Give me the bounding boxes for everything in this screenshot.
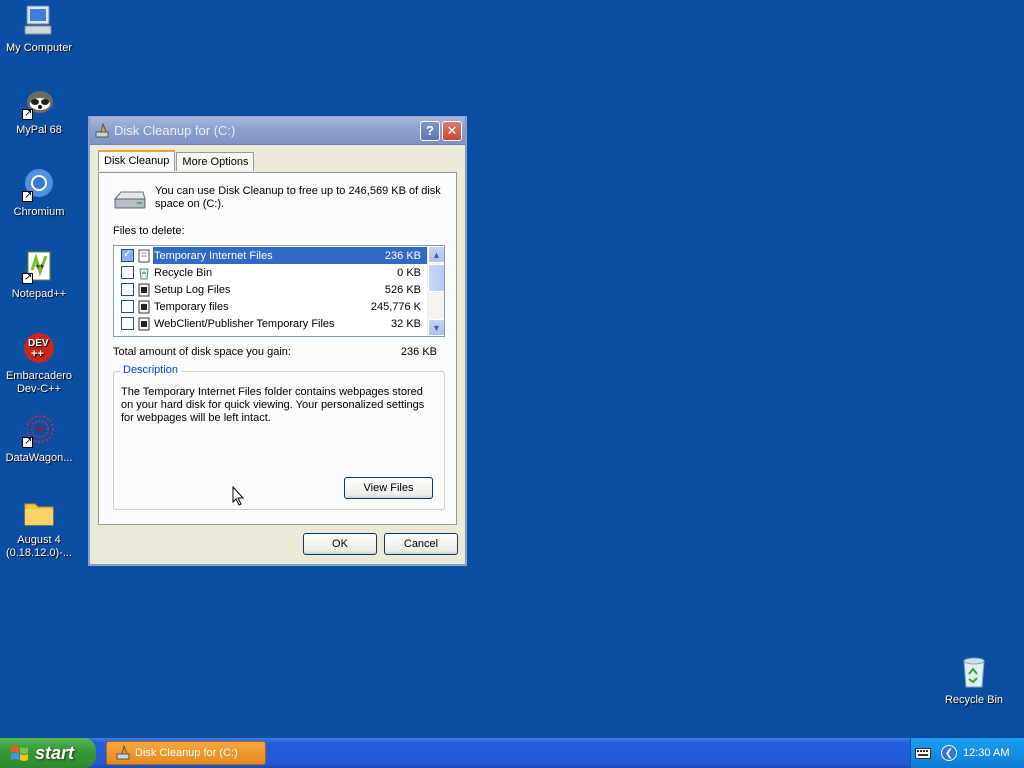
file-size: 245,776 K (370, 300, 421, 313)
desktop-icon-mypal[interactable]: MyPal 68 (0, 86, 78, 137)
scroll-down-button[interactable]: ▼ (428, 319, 444, 336)
file-checkbox[interactable] (121, 300, 134, 313)
document-icon (137, 249, 151, 263)
tab-strip: Disk Cleanup More Options (98, 150, 255, 171)
windows-logo-icon (10, 744, 30, 762)
taskbar-item-disk-cleanup[interactable]: Disk Cleanup for (C:) (106, 741, 266, 765)
desktop-icon-datawagon[interactable]: DataWagon... (0, 414, 78, 465)
files-to-delete-label: Files to delete: (113, 225, 185, 237)
file-size: 32 KB (391, 317, 421, 330)
file-icon (137, 300, 151, 314)
file-name: Recycle Bin (154, 266, 213, 279)
shortcut-arrow-icon (22, 271, 33, 284)
chromium-icon (22, 168, 56, 202)
files-listbox[interactable]: Temporary Internet Files 236 KB Recycle … (113, 245, 445, 337)
desktop-icon-label: Notepad++ (11, 288, 67, 300)
disk-cleanup-window: Disk Cleanup for (C:) ? ✕ Disk Cleanup M… (89, 117, 466, 565)
recycle-bin-icon (957, 656, 991, 690)
file-name: WebClient/Publisher Temporary Files (154, 317, 335, 330)
system-tray: ❮ 12:30 AM (910, 738, 1024, 768)
window-titlebar[interactable]: Disk Cleanup for (C:) ? ✕ (90, 117, 465, 145)
file-checkbox[interactable] (121, 317, 134, 330)
description-text: The Temporary Internet Files folder cont… (121, 386, 425, 424)
keyboard-icon[interactable] (915, 747, 931, 759)
desktop-icon-august-folder[interactable]: August 4 (0.18.12.0)-... (0, 496, 78, 560)
vertical-scrollbar[interactable]: ▲ ▼ (427, 246, 444, 336)
shortcut-arrow-icon (22, 189, 33, 202)
tab-more-options[interactable]: More Options (176, 152, 255, 171)
scroll-up-button[interactable]: ▲ (428, 246, 444, 263)
mouse-cursor-icon (232, 485, 245, 506)
list-item[interactable]: Temporary files 245,776 K (114, 298, 427, 315)
desktop-icon-label: Embarcadero Dev-C++ (5, 370, 73, 395)
total-gain-row: Total amount of disk space you gain: 236… (113, 346, 445, 358)
desktop-icon-chromium[interactable]: Chromium (0, 168, 78, 219)
recycle-bin-icon (137, 266, 151, 280)
file-checkbox[interactable] (121, 283, 134, 296)
file-icon (137, 283, 151, 297)
shortcut-arrow-icon (22, 435, 33, 448)
file-checkbox[interactable] (121, 266, 134, 279)
desktop-icon-label: Recycle Bin (944, 694, 1004, 706)
desktop-icon-notepad-plus-plus[interactable]: ++ Notepad++ (0, 250, 78, 301)
file-checkbox[interactable] (121, 247, 134, 262)
desktop-icon-my-computer[interactable]: My Computer (0, 4, 78, 55)
mypal-icon (22, 86, 56, 120)
cancel-button[interactable]: Cancel (384, 533, 458, 555)
list-item[interactable]: Recycle Bin 0 KB (114, 264, 427, 281)
desktop-icon-label: Chromium (13, 206, 65, 218)
file-name: Temporary files (154, 300, 229, 313)
list-item[interactable]: Temporary Internet Files 236 KB (114, 247, 427, 264)
help-button[interactable]: ? (420, 120, 440, 141)
tab-disk-cleanup[interactable]: Disk Cleanup (98, 150, 176, 171)
shortcut-arrow-icon (22, 107, 33, 120)
total-gain-label: Total amount of disk space you gain: (113, 346, 291, 358)
list-item[interactable]: WebClient/Publisher Temporary Files 32 K… (114, 315, 427, 332)
file-name: Setup Log Files (154, 283, 231, 296)
scroll-thumb[interactable] (428, 264, 444, 292)
desktop-icon-label: DataWagon... (5, 452, 73, 464)
svg-text:++: ++ (31, 348, 44, 360)
view-files-button[interactable]: View Files (344, 477, 433, 499)
start-button[interactable]: start (0, 738, 96, 768)
desktop-icon-recycle-bin[interactable]: Recycle Bin (935, 656, 1013, 707)
computer-icon (22, 4, 56, 38)
dev-cpp-icon: DEV ++ (22, 332, 56, 366)
disk-cleanup-icon (94, 121, 110, 139)
clock[interactable]: 12:30 AM (963, 747, 1009, 759)
datawagon-icon (22, 414, 56, 448)
file-size: 236 KB (357, 249, 427, 262)
ok-button[interactable]: OK (303, 533, 377, 555)
close-button[interactable]: ✕ (442, 120, 462, 141)
file-name: Temporary Internet Files (154, 249, 357, 262)
hard-drive-icon (113, 189, 147, 211)
desktop-icon-label: My Computer (5, 42, 73, 54)
file-size: 0 KB (397, 266, 421, 279)
intro-section: You can use Disk Cleanup to free up to 2… (113, 185, 445, 211)
folder-icon (22, 496, 56, 530)
desktop-icon-label: MyPal 68 (16, 124, 62, 136)
notepad-plus-plus-icon: ++ (22, 250, 56, 284)
start-label: start (35, 742, 75, 763)
svg-text:++: ++ (35, 263, 43, 270)
intro-text: You can use Disk Cleanup to free up to 2… (155, 185, 441, 210)
file-size: 526 KB (384, 283, 421, 296)
tab-panel: You can use Disk Cleanup to free up to 2… (98, 172, 457, 525)
description-group: Description The Temporary Internet Files… (113, 364, 445, 510)
description-legend: Description (120, 364, 182, 376)
desktop-icon-label: August 4 (0.18.12.0)-... (5, 534, 73, 559)
file-icon (137, 317, 151, 331)
taskbar-item-label: Disk Cleanup for (C:) (135, 747, 238, 759)
list-item[interactable]: Setup Log Files 526 KB (114, 281, 427, 298)
taskbar: start Disk Cleanup for (C:) ❮ 12:30 AM (0, 738, 1024, 768)
window-title: Disk Cleanup for (C:) (114, 123, 236, 138)
desktop-icon-dev-cpp[interactable]: DEV ++ Embarcadero Dev-C++ (0, 332, 78, 396)
disk-cleanup-icon (115, 744, 131, 761)
total-gain-value: 236 KB (400, 346, 437, 358)
show-hidden-icons-icon[interactable]: ❮ (941, 745, 957, 761)
